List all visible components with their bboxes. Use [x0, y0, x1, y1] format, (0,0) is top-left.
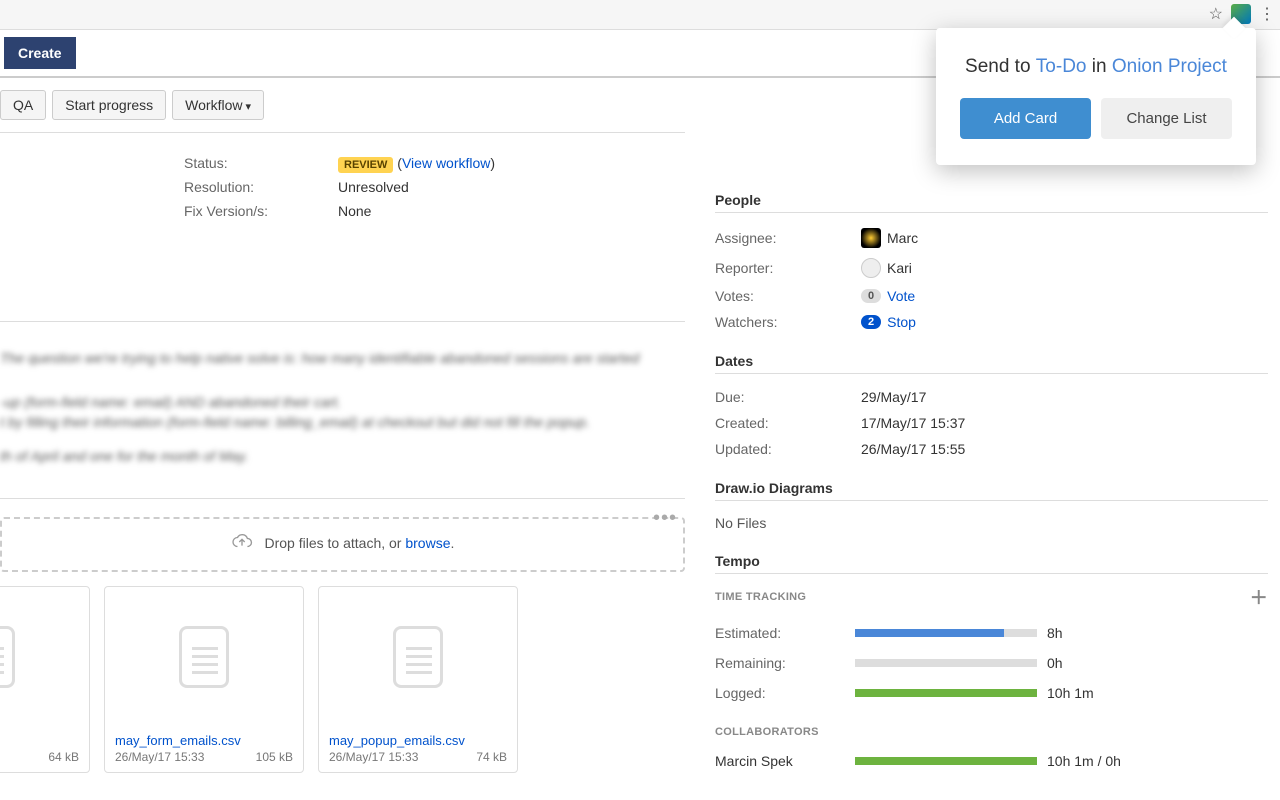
estimated-row: Estimated: 8h — [715, 618, 1268, 648]
attachment-dropzone[interactable]: Drop files to attach, or browse. — [0, 517, 685, 572]
attachment-date: 26/May/17 15:33 — [115, 750, 204, 764]
popup-board-name: Onion Project — [1112, 56, 1227, 77]
desc-line: t by filling their information (form-fie… — [0, 414, 685, 430]
stop-watching-link[interactable]: Stop — [887, 314, 916, 330]
attachment-name: may_form_emails.csv — [115, 733, 293, 748]
start-progress-button[interactable]: Start progress — [52, 90, 166, 120]
drawio-nofiles: No Files — [715, 511, 1268, 535]
due-value: 29/May/17 — [861, 389, 1268, 405]
attachment-size: 64 kB — [48, 750, 79, 764]
status-label: Status: — [184, 155, 338, 171]
add-card-button[interactable]: Add Card — [960, 98, 1091, 139]
paren-close: ) — [490, 155, 495, 171]
change-list-button[interactable]: Change List — [1101, 98, 1232, 139]
remaining-value: 0h — [1047, 655, 1127, 671]
file-icon — [179, 626, 229, 688]
popup-list-name: To-Do — [1036, 56, 1087, 77]
avatar — [861, 258, 881, 278]
workflow-dropdown[interactable]: Workflow — [172, 90, 264, 120]
logged-label: Logged: — [715, 685, 845, 701]
browser-chrome: ☆ ⋮ — [0, 0, 1280, 30]
dates-title: Dates — [715, 353, 1268, 374]
bookmark-star-icon[interactable]: ☆ — [1209, 4, 1223, 24]
time-tracking-label: TIME TRACKING — [715, 591, 806, 603]
attachment-card[interactable]: may_popup_emails.csv 26/May/17 15:33 74 k… — [318, 586, 518, 773]
attachment-card[interactable]: may_form_emails.csv 26/May/17 15:33 105 k… — [104, 586, 304, 773]
upload-cloud-icon — [231, 533, 253, 556]
collaborator-name: Marcin Spek — [715, 753, 845, 769]
drawio-title: Draw.io Diagrams — [715, 480, 1268, 501]
add-time-icon[interactable]: ＋ — [1250, 584, 1268, 610]
remaining-bar — [855, 659, 1037, 667]
dropzone-dot: . — [450, 535, 454, 551]
attachments-section: ••• Drop files to attach, or browse. mai… — [0, 498, 685, 773]
people-section: People Assignee: Marc Reporter: Kari Vot… — [715, 192, 1268, 335]
attachment-size: 74 kB — [476, 750, 507, 764]
drawio-section: Draw.io Diagrams No Files — [715, 480, 1268, 535]
popup-heading: Send to To-Do in Onion Project — [960, 54, 1232, 80]
desc-line: th of April and one for the month of May… — [0, 448, 685, 464]
watchers-label: Watchers: — [715, 314, 861, 330]
votes-count: 0 — [861, 289, 881, 303]
file-icon — [0, 626, 15, 688]
estimated-value: 8h — [1047, 625, 1127, 641]
attachment-size: 105 kB — [256, 750, 293, 764]
collaborator-bar — [855, 757, 1037, 765]
resolution-value: Unresolved — [338, 179, 685, 195]
dates-section: Dates Due:29/May/17 Created:17/May/17 15… — [715, 353, 1268, 462]
resolution-label: Resolution: — [184, 179, 338, 195]
attachment-card[interactable]: mails.csv 64 kB — [0, 586, 90, 773]
updated-value: 26/May/17 15:55 — [861, 441, 1268, 457]
remaining-label: Remaining: — [715, 655, 845, 671]
dropzone-text: Drop files to attach, or — [265, 535, 406, 551]
reporter-name: Kari — [887, 260, 912, 276]
collaborators-label: COLLABORATORS — [715, 726, 819, 738]
updated-label: Updated: — [715, 441, 861, 457]
estimated-bar — [855, 629, 1037, 637]
attachment-name: mails.csv — [0, 733, 79, 748]
votes-label: Votes: — [715, 288, 861, 304]
create-button[interactable]: Create — [4, 37, 76, 69]
estimated-label: Estimated: — [715, 625, 845, 641]
attachment-name: may_popup_emails.csv — [329, 733, 507, 748]
logged-value: 10h 1m — [1047, 685, 1127, 701]
reporter-label: Reporter: — [715, 260, 861, 276]
extension-popup: Send to To-Do in Onion Project Add Card … — [936, 28, 1256, 165]
remaining-row: Remaining: 0h — [715, 648, 1268, 678]
status-badge: REVIEW — [338, 157, 393, 173]
view-workflow-link[interactable]: View workflow — [402, 155, 490, 171]
browser-menu-icon[interactable]: ⋮ — [1259, 4, 1274, 24]
collaborator-value: 10h 1m / 0h — [1047, 753, 1127, 769]
watchers-count: 2 — [861, 315, 881, 329]
due-label: Due: — [715, 389, 861, 405]
logged-row: Logged: 10h 1m — [715, 678, 1268, 708]
qa-button[interactable]: QA — [0, 90, 46, 120]
logged-bar — [855, 689, 1037, 697]
browse-link[interactable]: browse — [405, 535, 450, 551]
attachment-grid: mails.csv 64 kB may_form_emails.csv 26/M… — [0, 586, 685, 773]
people-title: People — [715, 192, 1268, 213]
created-label: Created: — [715, 415, 861, 431]
file-icon — [393, 626, 443, 688]
tempo-title: Tempo — [715, 553, 1268, 574]
fix-version-label: Fix Version/s: — [184, 203, 338, 219]
vote-link[interactable]: Vote — [887, 288, 915, 304]
assignee-label: Assignee: — [715, 230, 861, 246]
attachment-date: 26/May/17 15:33 — [329, 750, 418, 764]
description-section: The question we're trying to help native… — [0, 321, 685, 486]
desc-line: -up (form-field name: email) AND abandon… — [0, 394, 685, 410]
tempo-section: Tempo TIME TRACKING ＋ Estimated: 8h Remai… — [715, 553, 1268, 776]
assignee-name: Marc — [887, 230, 918, 246]
fix-version-value: None — [338, 203, 685, 219]
desc-line: The question we're trying to help native… — [0, 350, 685, 366]
collaborator-row: Marcin Spek 10h 1m / 0h — [715, 746, 1268, 776]
created-value: 17/May/17 15:37 — [861, 415, 1268, 431]
issue-details: Status: REVIEW (View workflow) Resolutio… — [0, 132, 685, 241]
attachments-menu-icon[interactable]: ••• — [653, 507, 677, 530]
avatar — [861, 228, 881, 248]
